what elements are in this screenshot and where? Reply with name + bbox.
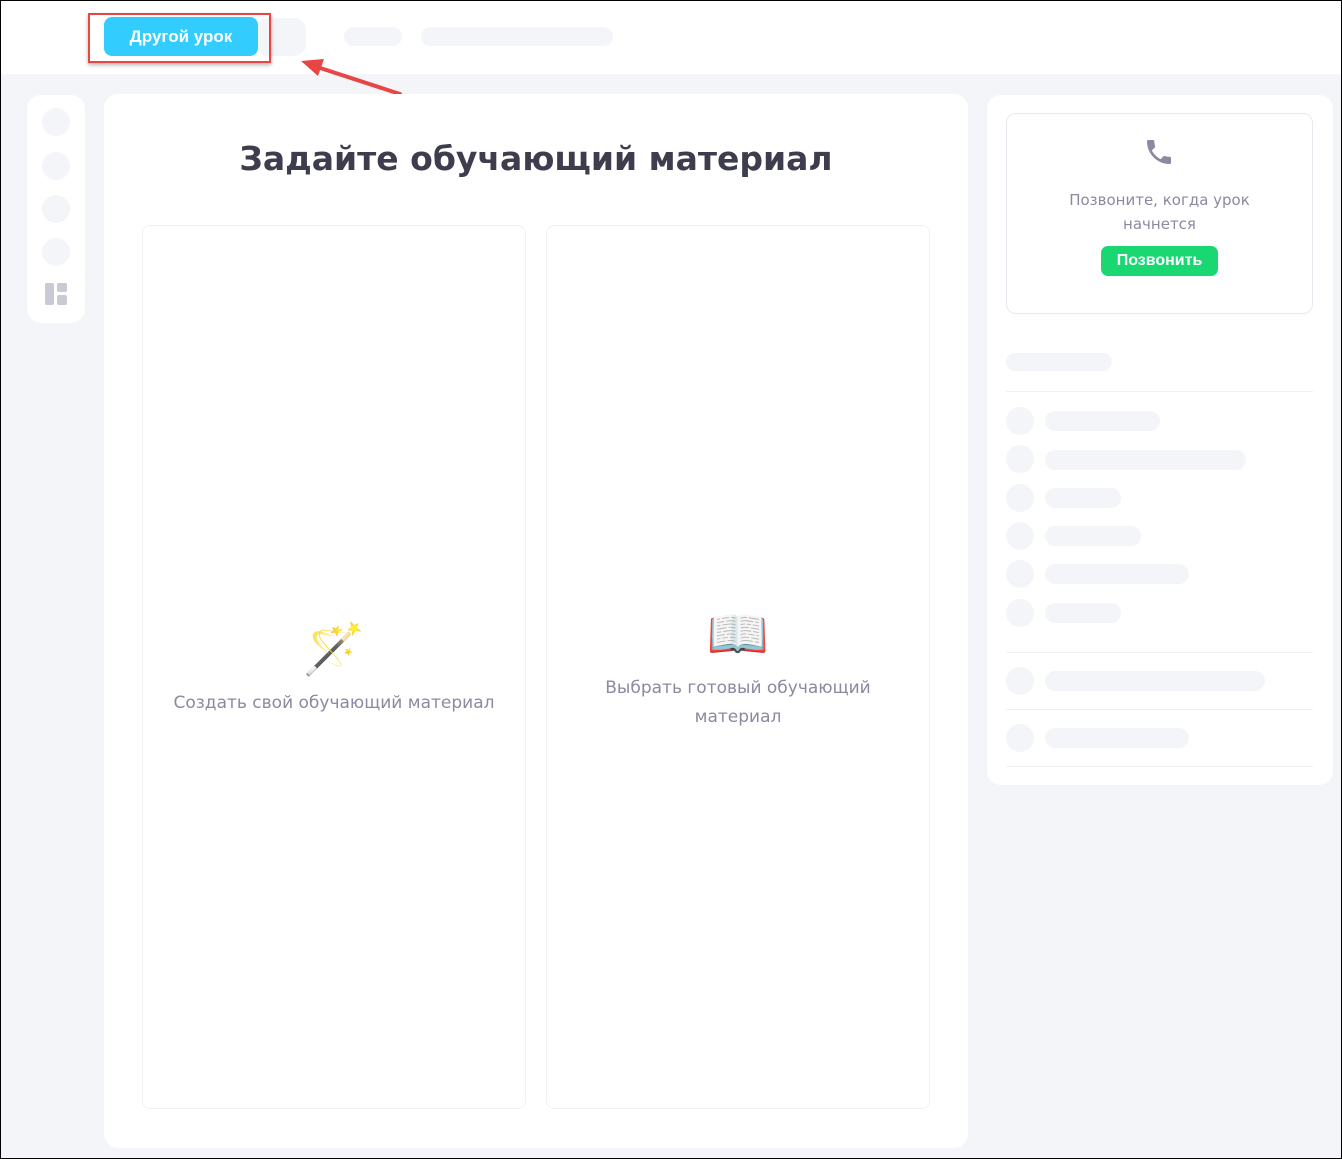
placeholder — [344, 27, 402, 46]
placeholder — [1006, 667, 1034, 695]
toolbar-placeholder — [42, 152, 70, 180]
highlight-box — [88, 13, 271, 63]
toolbar-placeholder — [42, 238, 70, 266]
toolbar-placeholder — [42, 195, 70, 223]
create-material-card[interactable]: 🪄 Создать свой обучающий материал — [142, 225, 526, 1109]
placeholder — [1006, 407, 1034, 435]
create-material-label: Создать свой обучающий материал — [173, 692, 495, 713]
choose-material-card[interactable]: 📖 Выбрать готовый обучающий материал — [546, 225, 930, 1109]
placeholder — [1006, 560, 1034, 588]
placeholder — [1006, 353, 1112, 371]
left-toolbar — [27, 95, 85, 323]
right-panel: Позвоните, когда урок начнется Позвонить — [987, 95, 1333, 785]
call-card: Позвоните, когда урок начнется Позвонить — [1006, 113, 1313, 314]
toolbar-placeholder — [42, 108, 70, 136]
magic-wand-icon: 🪄 — [302, 619, 366, 678]
placeholder — [1006, 445, 1034, 473]
placeholder — [1006, 724, 1034, 752]
call-text: Позвоните, когда урок начнется — [1069, 191, 1250, 233]
phone-icon — [1147, 140, 1171, 164]
layout-icon[interactable] — [45, 283, 67, 305]
placeholder — [1006, 599, 1034, 627]
top-bar: Другой урок — [1, 1, 1341, 74]
placeholder — [1006, 522, 1034, 550]
placeholder — [1006, 484, 1034, 512]
choose-material-label: Выбрать готовый обучающий материал — [605, 678, 871, 727]
open-book-icon: 📖 — [706, 605, 770, 663]
page-title: Задайте обучающий материал — [239, 139, 833, 178]
call-button[interactable]: Позвонить — [1100, 246, 1219, 276]
placeholder — [421, 27, 613, 46]
